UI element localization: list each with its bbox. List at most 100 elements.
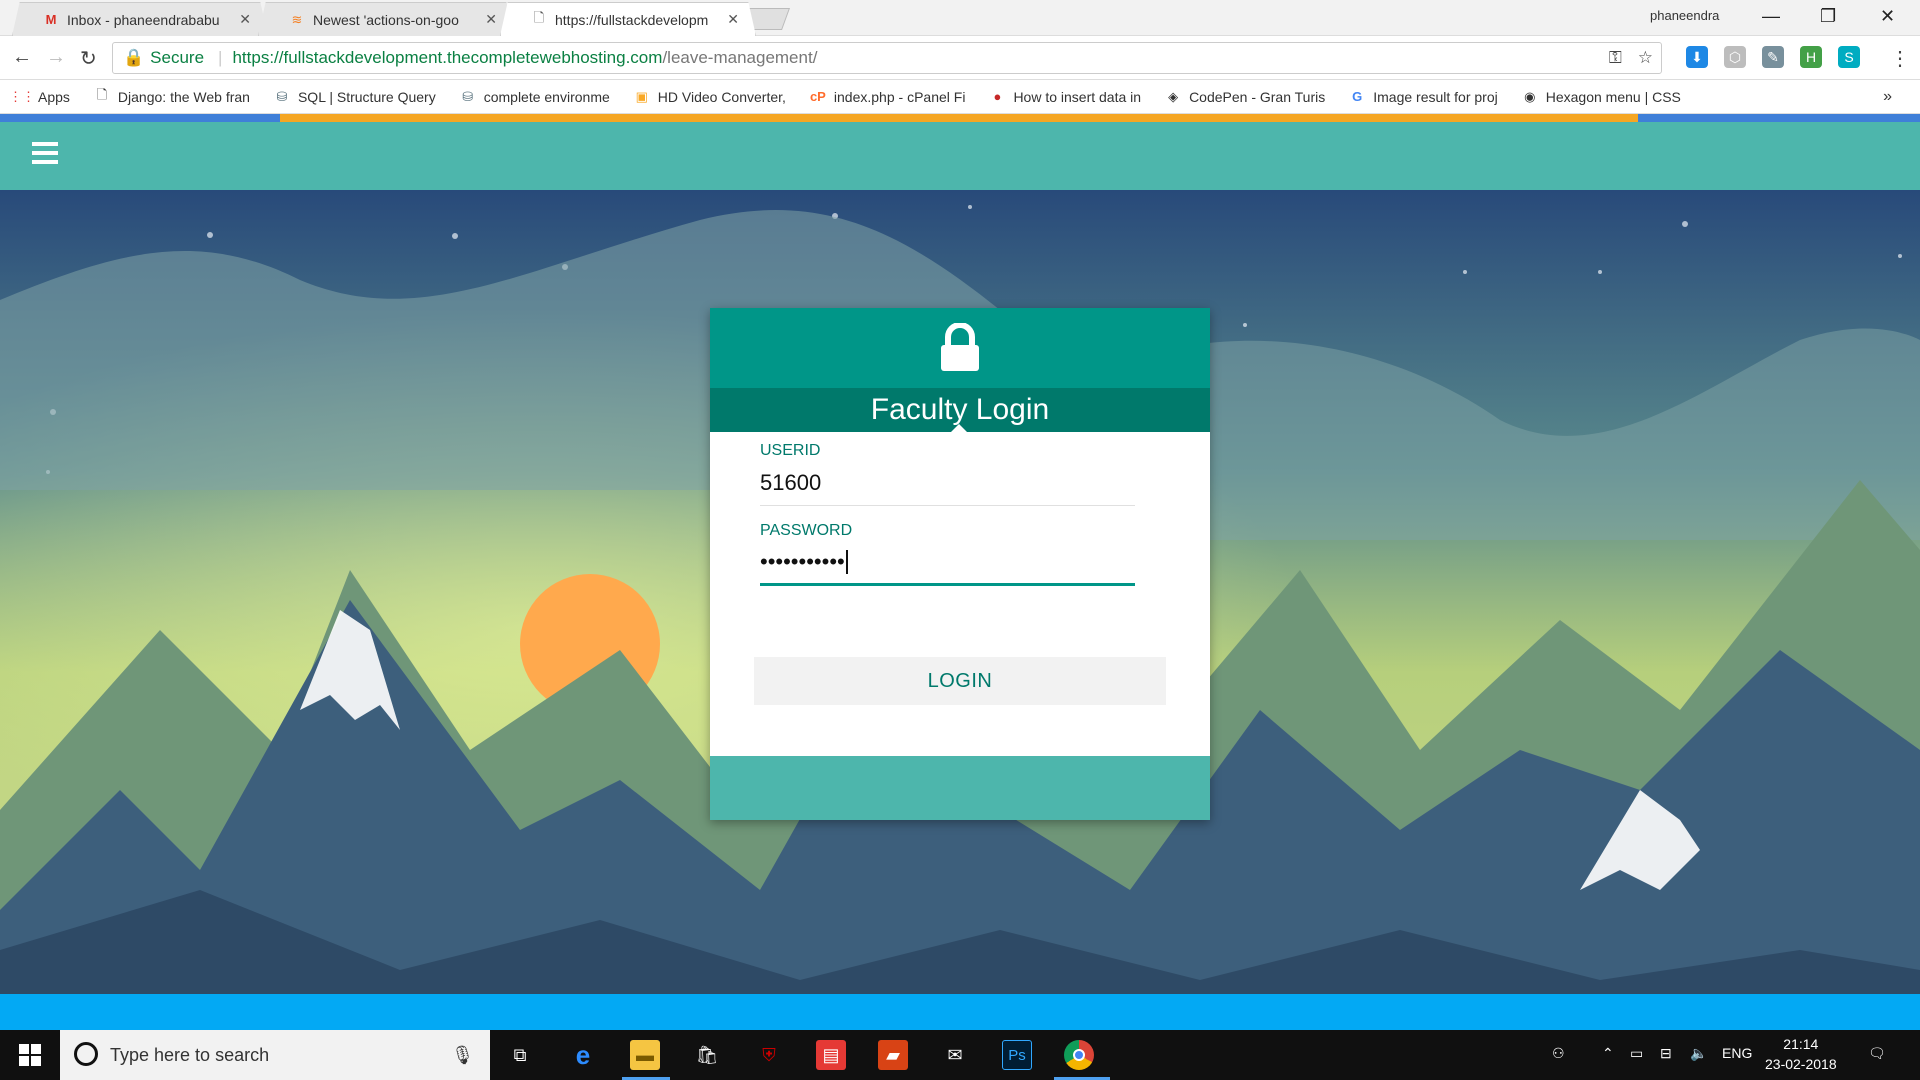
divider: | [218, 48, 223, 67]
bookmark-label: Django: the Web fran [117, 88, 250, 105]
address-bar[interactable]: 🔒 Secure | https://fullstackdevelopment.… [112, 42, 1662, 74]
bookmark-label: complete environme [483, 88, 610, 105]
secure-label: Secure [150, 48, 205, 67]
action-center-icon[interactable]: 🗨 [1868, 1045, 1886, 1062]
chrome-menu-icon[interactable]: ⋮ [1890, 46, 1910, 71]
gmail-icon: M [45, 12, 57, 27]
tray-overflow-icon[interactable]: ⌃ [1602, 1045, 1614, 1062]
reload-icon[interactable]: ↻ [80, 46, 97, 71]
close-icon[interactable]: ✕ [485, 11, 497, 28]
page-icon: 🗋 [533, 9, 545, 25]
bookmark-label: Apps [38, 88, 70, 105]
clock-time: 21:14 [1783, 1036, 1819, 1052]
url-host: https://fullstackdevelopment.thecomplete… [232, 48, 663, 67]
bookmarks-bar: ⋮⋮ Apps 🗋 Django: the Web fran ⛁ SQL | Stru… [0, 80, 1920, 114]
windows-start-icon[interactable] [0, 1030, 60, 1080]
hamburger-menu-icon[interactable] [32, 142, 58, 168]
url-path: /leave-management/ [662, 48, 818, 67]
back-icon[interactable]: ← [12, 46, 32, 69]
stackoverflow-icon: ≋ [291, 11, 303, 27]
s-extension-icon[interactable]: S [1838, 46, 1860, 68]
bookmark-complete-env[interactable]: ⛁ complete environme [460, 89, 610, 105]
bookmark-insert-data[interactable]: ● How to insert data in [989, 89, 1142, 105]
restore-icon[interactable]: ❐ [1820, 6, 1836, 27]
page-icon: ◉ [1524, 88, 1536, 104]
shield-extension-icon[interactable]: ⬡ [1724, 46, 1746, 68]
userid-label: USERID [760, 442, 821, 459]
chrome-icon[interactable] [1064, 1040, 1094, 1070]
taskbar-search[interactable]: Type here to search 🎙 [60, 1030, 490, 1080]
login-button[interactable]: LOGIN [754, 657, 1166, 705]
download-extension-icon[interactable]: ⬇ [1686, 46, 1708, 68]
close-icon[interactable]: ✕ [727, 11, 739, 28]
close-icon[interactable]: ✕ [239, 11, 251, 28]
bookmark-sql[interactable]: ⛁ SQL | Structure Query [274, 89, 436, 105]
bookmark-apps[interactable]: ⋮⋮ Apps [9, 88, 70, 105]
card-footer [710, 756, 1210, 820]
secure-indicator[interactable]: 🔒 Secure | [123, 48, 222, 68]
profile-name[interactable]: phaneendra [1650, 8, 1719, 23]
file-explorer-icon[interactable]: ▬ [630, 1040, 660, 1070]
login-form: USERID 51600 PASSWORD ••••••••••• LOGIN [710, 432, 1210, 756]
video-icon: ▣ [635, 88, 648, 104]
bookmark-hd-video[interactable]: ▣ HD Video Converter, [634, 89, 786, 105]
search-placeholder: Type here to search [110, 1044, 270, 1065]
close-window-icon[interactable]: ✕ [1880, 6, 1895, 27]
login-title: Faculty Login [870, 393, 1050, 426]
bookmark-label: Image result for proj [1373, 88, 1498, 105]
photoshop-icon[interactable]: Ps [1002, 1040, 1032, 1070]
system-clock[interactable]: 21:14 23-02-2018 [1765, 1034, 1837, 1074]
bookmark-codepen[interactable]: ◈ CodePen - Gran Turis [1165, 89, 1325, 105]
lock-icon: 🔒 [123, 48, 145, 67]
dropper-extension-icon[interactable]: ✎ [1762, 46, 1784, 68]
sql-icon: ⛁ [276, 88, 288, 104]
bookmarks-overflow-icon[interactable]: » [1883, 88, 1892, 106]
page-load-fill [280, 114, 1638, 122]
cpanel-icon: cP [809, 89, 826, 104]
bookmark-hexagon[interactable]: ◉ Hexagon menu | CSS [1522, 89, 1681, 105]
clock-date: 23-02-2018 [1765, 1056, 1837, 1072]
reader-icon[interactable]: ▤ [816, 1040, 846, 1070]
people-icon[interactable]: ⚇ [1552, 1045, 1565, 1062]
bookmark-label: SQL | Structure Query [297, 88, 436, 105]
bookmark-label: CodePen - Gran Turis [1189, 88, 1326, 105]
star-icon[interactable]: ☆ [1638, 48, 1653, 68]
volume-icon[interactable]: 🔈 [1690, 1045, 1707, 1062]
task-view-icon[interactable]: ⧉ [505, 1040, 535, 1070]
bookmark-django[interactable]: 🗋 Django: the Web fran [94, 87, 250, 105]
web-page: Faculty Login USERID 51600 PASSWORD ••••… [0, 122, 1920, 994]
key-icon[interactable]: ⚿ [1609, 48, 1622, 68]
tab-stackoverflow[interactable]: ≋ Newest 'actions-on-goo ✕ [258, 2, 514, 36]
page-icon: ● [993, 89, 1002, 104]
tab-label: https://fullstackdevelopm [555, 11, 709, 28]
tab-gmail-inbox[interactable]: M Inbox - phaneendrababu ✕ [12, 2, 268, 36]
store-icon[interactable]: 🛍 [692, 1040, 722, 1070]
forward-icon[interactable]: → [46, 46, 66, 69]
tab-label: Inbox - phaneendrababu [67, 11, 220, 28]
windows-taskbar: Type here to search 🎙 ⧉ e ▬ 🛍 ⛨ ▤ ▰ ✉ Ps… [0, 1030, 1920, 1080]
bookmark-label: Hexagon menu | CSS [1545, 88, 1681, 105]
bookmark-cpanel[interactable]: cP index.php - cPanel Fi [809, 89, 965, 105]
powerpoint-icon[interactable]: ▰ [878, 1040, 908, 1070]
address-actions: ⚿ ☆ [1609, 48, 1653, 68]
microphone-icon[interactable]: 🎙 [451, 1045, 474, 1066]
cortana-icon [74, 1042, 98, 1066]
page-load-bar [0, 114, 1920, 122]
card-title: Faculty Login [710, 388, 1210, 433]
password-label: PASSWORD [760, 522, 853, 539]
password-value: ••••••••••• [760, 548, 845, 574]
network-icon[interactable]: ⊟ [1660, 1045, 1672, 1062]
mcafee-icon[interactable]: ⛨ [754, 1040, 784, 1070]
mail-icon[interactable]: ✉ [940, 1040, 970, 1070]
minimize-icon[interactable]: — [1762, 6, 1780, 27]
password-input[interactable]: ••••••••••• [760, 540, 1135, 586]
text-caret [845, 549, 848, 574]
tab-leave-management[interactable]: 🗋 https://fullstackdevelopm ✕ [500, 2, 756, 36]
language-indicator[interactable]: ENG [1722, 1045, 1752, 1061]
userid-input[interactable]: 51600 [760, 460, 1135, 506]
edge-icon[interactable]: e [568, 1040, 598, 1070]
lock-icon [941, 323, 979, 371]
bookmark-image-result[interactable]: G Image result for proj [1349, 89, 1498, 105]
h-extension-icon[interactable]: H [1800, 46, 1822, 68]
battery-icon[interactable]: ▭ [1630, 1045, 1643, 1062]
